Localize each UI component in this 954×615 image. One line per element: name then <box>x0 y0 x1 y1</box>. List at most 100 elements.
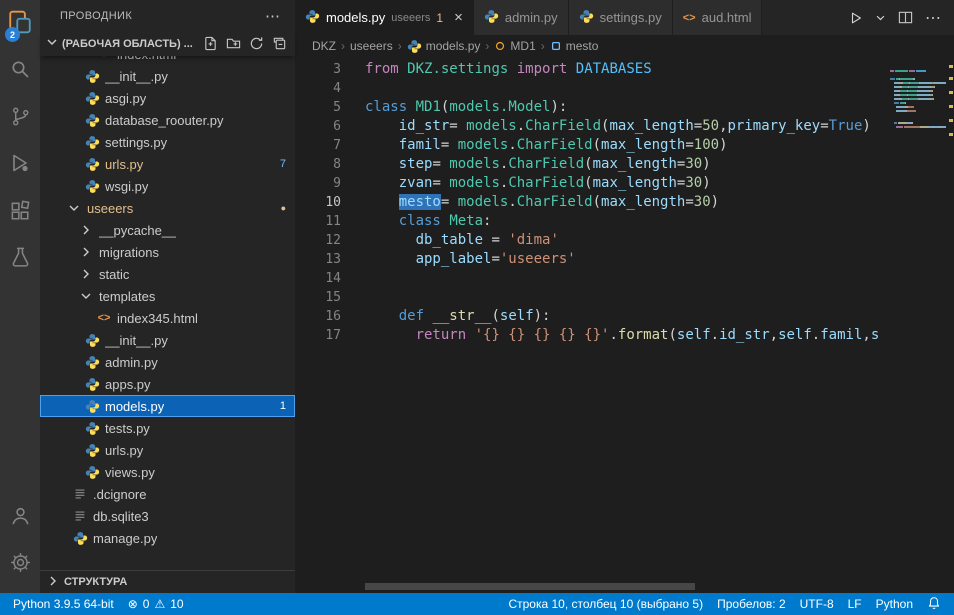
status-encoding[interactable]: UTF-8 <box>793 593 841 615</box>
file-views.py[interactable]: views.py <box>40 461 295 483</box>
file-models.py[interactable]: models.py1 <box>40 395 295 417</box>
tab-models.py[interactable]: models.pyuseeers1× <box>295 0 474 35</box>
file-index.html[interactable]: <>index.html <box>40 56 295 65</box>
file-manage.py[interactable]: manage.py <box>40 527 295 549</box>
breadcrumbs: DKZ›useeers›models.py›MD1›mesto <box>295 35 954 57</box>
breadcrumb-models.py[interactable]: models.py <box>407 39 481 54</box>
status-notifications[interactable] <box>920 593 948 615</box>
status-python-interpreter[interactable]: Python 3.9.5 64-bit <box>6 593 121 615</box>
file-wsgi.py[interactable]: wsgi.py <box>40 175 295 197</box>
file-apps.py[interactable]: apps.py <box>40 373 295 395</box>
status-indentation[interactable]: Пробелов: 2 <box>710 593 793 615</box>
chevron-right-icon <box>45 573 61 592</box>
python-icon <box>84 333 100 348</box>
code-line: return '{} {} {} {} {}'.format(self.id_s… <box>365 326 954 345</box>
python-icon <box>84 355 100 370</box>
python-icon <box>84 399 100 414</box>
account-icon <box>9 504 32 530</box>
activity-item-source-control[interactable] <box>0 94 40 141</box>
activity-bar: 2 <box>0 0 40 593</box>
breadcrumb-mesto[interactable]: mesto <box>550 39 599 53</box>
tab-settings.py[interactable]: settings.py <box>569 0 673 35</box>
warning-count: 10 <box>170 597 183 611</box>
status-language-mode[interactable]: Python <box>869 593 920 615</box>
error-icon: ⊗ <box>128 597 138 611</box>
breadcrumb-useeers[interactable]: useeers <box>350 39 393 53</box>
folder-useeers[interactable]: useeers● <box>40 197 295 219</box>
code-line: zvan= models.CharField(max_length=30) <box>365 174 954 193</box>
file-db.sqlite3[interactable]: db.sqlite3 <box>40 505 295 527</box>
breadcrumb-DKZ[interactable]: DKZ <box>312 39 336 53</box>
line-number: 6 <box>295 117 341 136</box>
file-urls.py[interactable]: urls.py7 <box>40 153 295 175</box>
tree-item-label: .dcignore <box>93 487 146 502</box>
html-icon: <> <box>683 12 696 24</box>
views-more-actions-icon[interactable]: ⋯ <box>265 7 281 25</box>
status-cursor-position[interactable]: Строка 10, столбец 10 (выбрано 5) <box>501 593 710 615</box>
chevron-down-icon <box>44 34 60 53</box>
status-bar-left: Python 3.9.5 64-bit⊗0⚠10 <box>6 593 191 615</box>
code-line <box>365 288 954 307</box>
minimap-line <box>890 114 946 117</box>
line-number: 3 <box>295 60 341 79</box>
file-urls.py[interactable]: urls.py <box>40 439 295 461</box>
tab-aud.html[interactable]: <>aud.html <box>673 0 763 35</box>
chevron-right-icon <box>78 244 94 260</box>
file-tests.py[interactable]: tests.py <box>40 417 295 439</box>
file-.dcignore[interactable]: .dcignore <box>40 483 295 505</box>
workspace-section-header[interactable]: (РАБОЧАЯ ОБЛАСТЬ) ... <box>40 31 295 56</box>
file-asgi.py[interactable]: asgi.py <box>40 87 295 109</box>
more-actions-button[interactable]: ⋯ <box>925 8 942 28</box>
status-problems[interactable]: ⊗0⚠10 <box>121 593 191 615</box>
activity-item-search[interactable] <box>0 47 40 94</box>
file-index345.html[interactable]: <>index345.html <box>40 307 295 329</box>
main-row: 2 ПРОВОДНИК ⋯ (РАБОЧАЯ ОБЛАСТЬ) ... <>in… <box>0 0 954 593</box>
activity-item-run-debug[interactable] <box>0 141 40 188</box>
refresh-icon[interactable] <box>249 36 264 51</box>
run-python-file-button[interactable] <box>849 11 863 25</box>
close-tab-icon[interactable]: × <box>454 10 463 25</box>
tab-admin.py[interactable]: admin.py <box>474 0 569 35</box>
python-icon <box>84 135 100 150</box>
source-control-icon <box>9 105 32 131</box>
activity-item-extensions[interactable] <box>0 188 40 235</box>
line-number: 11 <box>295 212 341 231</box>
tab-dir-hint: useeers <box>391 12 430 24</box>
breadcrumb-separator: › <box>341 39 345 53</box>
status-eol[interactable]: LF <box>841 593 869 615</box>
folder-templates[interactable]: templates <box>40 285 295 307</box>
chevron-right-icon <box>78 266 94 282</box>
horizontal-scrollbar[interactable] <box>365 583 695 590</box>
run-dropdown-button[interactable] <box>875 12 886 23</box>
code-line: famil= models.CharField(max_length=100) <box>365 136 954 155</box>
file-settings.py[interactable]: settings.py <box>40 131 295 153</box>
file-database_roouter.py[interactable]: database_roouter.py <box>40 109 295 131</box>
code-content[interactable]: from DKZ.settings import DATABASESclass … <box>341 57 954 593</box>
activity-item-accounts[interactable] <box>0 493 40 540</box>
split-editor-button[interactable] <box>898 10 913 25</box>
search-icon <box>8 57 32 84</box>
file-admin.py[interactable]: admin.py <box>40 351 295 373</box>
minimap[interactable] <box>884 57 954 579</box>
tree-item-label: index345.html <box>117 311 198 326</box>
editor-actions: ⋯ <box>837 0 954 35</box>
file-__init__.py[interactable]: __init__.py <box>40 329 295 351</box>
file-__init__.py[interactable]: __init__.py <box>40 65 295 87</box>
collapse-all-icon[interactable] <box>272 36 287 51</box>
breadcrumb-label: models.py <box>426 39 481 53</box>
folder-__pycache__[interactable]: __pycache__ <box>40 219 295 241</box>
new-file-icon[interactable] <box>203 36 218 51</box>
activity-item-settings[interactable] <box>0 540 40 587</box>
folder-static[interactable]: static <box>40 263 295 285</box>
folder-migrations[interactable]: migrations <box>40 241 295 263</box>
python-icon <box>72 531 88 546</box>
breadcrumb-MD1[interactable]: MD1 <box>494 39 535 53</box>
new-folder-icon[interactable] <box>226 36 241 51</box>
activity-item-explorer[interactable]: 2 <box>0 0 40 47</box>
activity-item-testing[interactable] <box>0 235 40 282</box>
symbol-field-icon <box>550 40 562 52</box>
tree-item-label: migrations <box>99 245 159 260</box>
code-editor[interactable]: 34567891011121314151617 from DKZ.setting… <box>295 57 954 593</box>
line-number: 5 <box>295 98 341 117</box>
outline-section-header[interactable]: СТРУКТУРА <box>40 570 295 593</box>
